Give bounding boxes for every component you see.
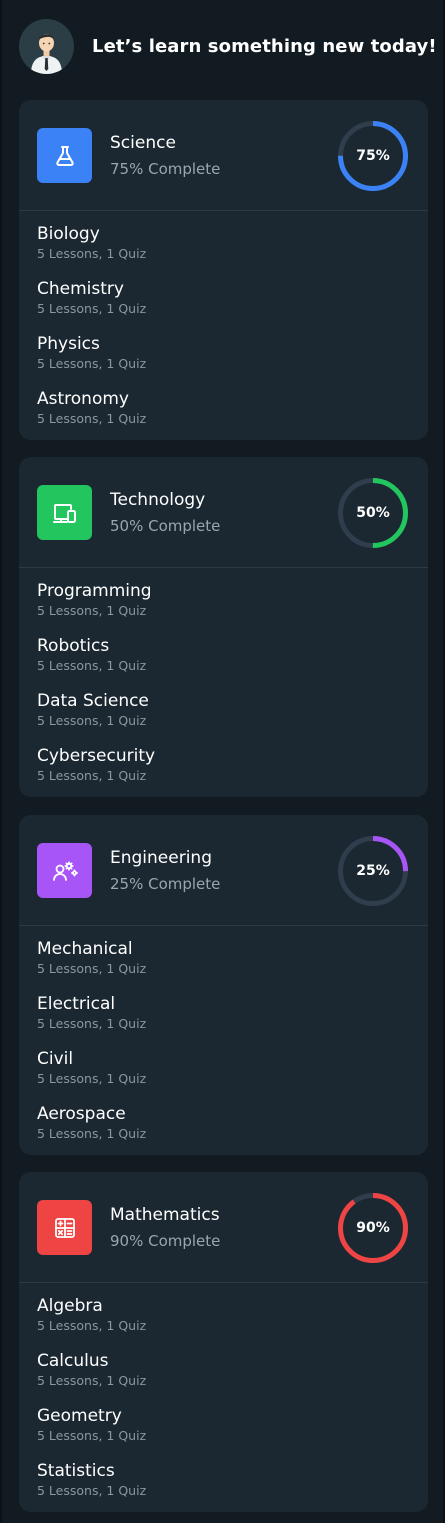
topic-name: Physics bbox=[37, 334, 100, 354]
topic-item[interactable]: Programming 5 Lessons, 1 Quiz bbox=[37, 580, 410, 635]
topic-name: Calculus bbox=[37, 1351, 109, 1371]
topic-item[interactable]: Calculus 5 Lessons, 1 Quiz bbox=[37, 1350, 410, 1405]
topic-meta: 5 Lessons, 1 Quiz bbox=[37, 301, 147, 316]
topic-item[interactable]: Cybersecurity 5 Lessons, 1 Quiz bbox=[37, 745, 410, 800]
topic-item[interactable]: Mechanical 5 Lessons, 1 Quiz bbox=[37, 938, 410, 993]
topic-meta: 5 Lessons, 1 Quiz bbox=[37, 768, 147, 783]
topic-meta: 5 Lessons, 1 Quiz bbox=[37, 658, 147, 673]
topic-meta: 5 Lessons, 1 Quiz bbox=[37, 1126, 147, 1141]
topic-name: Astronomy bbox=[37, 389, 129, 409]
topic-name: Civil bbox=[37, 1049, 74, 1069]
category-progress-text: 90% Complete bbox=[110, 1232, 221, 1250]
topic-item[interactable]: Physics 5 Lessons, 1 Quiz bbox=[37, 333, 410, 388]
topic-name: Mechanical bbox=[37, 939, 133, 959]
progress-ring: 50% bbox=[336, 476, 410, 550]
category-header[interactable]: Mathematics 90% Complete 90% bbox=[19, 1172, 428, 1283]
topic-meta: 5 Lessons, 1 Quiz bbox=[37, 356, 147, 371]
topic-meta: 5 Lessons, 1 Quiz bbox=[37, 1071, 147, 1086]
category-header[interactable]: Engineering 25% Complete 25% bbox=[19, 815, 428, 926]
category-header[interactable]: Science 75% Complete 75% bbox=[19, 100, 428, 211]
category-title: Engineering bbox=[110, 848, 212, 868]
progress-percent: 75% bbox=[356, 148, 390, 164]
topic-item[interactable]: Astronomy 5 Lessons, 1 Quiz bbox=[37, 388, 410, 443]
topic-name: Electrical bbox=[37, 994, 116, 1014]
topic-meta: 5 Lessons, 1 Quiz bbox=[37, 1483, 147, 1498]
topic-item[interactable]: Statistics 5 Lessons, 1 Quiz bbox=[37, 1460, 410, 1515]
topic-meta: 5 Lessons, 1 Quiz bbox=[37, 411, 147, 426]
topic-meta: 5 Lessons, 1 Quiz bbox=[37, 1428, 147, 1443]
topic-item[interactable]: Biology 5 Lessons, 1 Quiz bbox=[37, 223, 410, 278]
progress-ring: 75% bbox=[336, 119, 410, 193]
topic-name: Cybersecurity bbox=[37, 746, 156, 766]
topic-item[interactable]: Chemistry 5 Lessons, 1 Quiz bbox=[37, 278, 410, 333]
progress-percent: 90% bbox=[356, 1220, 390, 1236]
devices-icon bbox=[37, 485, 92, 540]
category-progress-text: 50% Complete bbox=[110, 517, 221, 535]
topic-meta: 5 Lessons, 1 Quiz bbox=[37, 603, 147, 618]
topic-list: Programming 5 Lessons, 1 Quiz Robotics 5… bbox=[19, 568, 428, 800]
calculator-icon bbox=[37, 1200, 92, 1255]
topic-name: Algebra bbox=[37, 1296, 103, 1316]
topic-name: Chemistry bbox=[37, 279, 124, 299]
header: Let’s learn something new today! bbox=[19, 18, 437, 74]
topic-name: Programming bbox=[37, 581, 152, 601]
topic-item[interactable]: Aerospace 5 Lessons, 1 Quiz bbox=[37, 1103, 410, 1158]
topic-meta: 5 Lessons, 1 Quiz bbox=[37, 246, 147, 261]
progress-ring: 25% bbox=[336, 834, 410, 908]
topic-name: Aerospace bbox=[37, 1104, 126, 1124]
category-card-engineering[interactable]: Engineering 25% Complete 25% Mechanical … bbox=[19, 815, 428, 1155]
topic-item[interactable]: Electrical 5 Lessons, 1 Quiz bbox=[37, 993, 410, 1048]
category-title: Mathematics bbox=[110, 1205, 220, 1225]
category-title: Science bbox=[110, 133, 176, 153]
greeting-title: Let’s learn something new today! bbox=[92, 35, 437, 57]
topic-name: Geometry bbox=[37, 1406, 122, 1426]
topic-item[interactable]: Civil 5 Lessons, 1 Quiz bbox=[37, 1048, 410, 1103]
category-card-mathematics[interactable]: Mathematics 90% Complete 90% Algebra 5 L… bbox=[19, 1172, 428, 1512]
flask-icon bbox=[37, 128, 92, 183]
topic-name: Biology bbox=[37, 224, 100, 244]
topic-item[interactable]: Algebra 5 Lessons, 1 Quiz bbox=[37, 1295, 410, 1350]
topic-name: Robotics bbox=[37, 636, 110, 656]
category-progress-text: 75% Complete bbox=[110, 160, 221, 178]
topic-meta: 5 Lessons, 1 Quiz bbox=[37, 1016, 147, 1031]
topic-meta: 5 Lessons, 1 Quiz bbox=[37, 713, 147, 728]
topic-list: Mechanical 5 Lessons, 1 Quiz Electrical … bbox=[19, 926, 428, 1158]
category-header[interactable]: Technology 50% Complete 50% bbox=[19, 457, 428, 568]
topic-meta: 5 Lessons, 1 Quiz bbox=[37, 1318, 147, 1333]
category-card-technology[interactable]: Technology 50% Complete 50% Programming … bbox=[19, 457, 428, 797]
category-card-science[interactable]: Science 75% Complete 75% Biology 5 Lesso… bbox=[19, 100, 428, 440]
topic-item[interactable]: Geometry 5 Lessons, 1 Quiz bbox=[37, 1405, 410, 1460]
topic-name: Data Science bbox=[37, 691, 149, 711]
topic-item[interactable]: Data Science 5 Lessons, 1 Quiz bbox=[37, 690, 410, 745]
category-title: Technology bbox=[110, 490, 206, 510]
topic-list: Biology 5 Lessons, 1 Quiz Chemistry 5 Le… bbox=[19, 211, 428, 443]
topic-meta: 5 Lessons, 1 Quiz bbox=[37, 1373, 147, 1388]
progress-percent: 50% bbox=[356, 505, 390, 521]
progress-percent: 25% bbox=[356, 863, 390, 879]
topic-meta: 5 Lessons, 1 Quiz bbox=[37, 961, 147, 976]
topic-item[interactable]: Robotics 5 Lessons, 1 Quiz bbox=[37, 635, 410, 690]
topic-list: Algebra 5 Lessons, 1 Quiz Calculus 5 Les… bbox=[19, 1283, 428, 1515]
progress-ring: 90% bbox=[336, 1191, 410, 1265]
user-avatar-icon[interactable] bbox=[19, 18, 74, 74]
category-progress-text: 25% Complete bbox=[110, 875, 221, 893]
topic-name: Statistics bbox=[37, 1461, 115, 1481]
engineer-gears-icon bbox=[37, 843, 92, 898]
